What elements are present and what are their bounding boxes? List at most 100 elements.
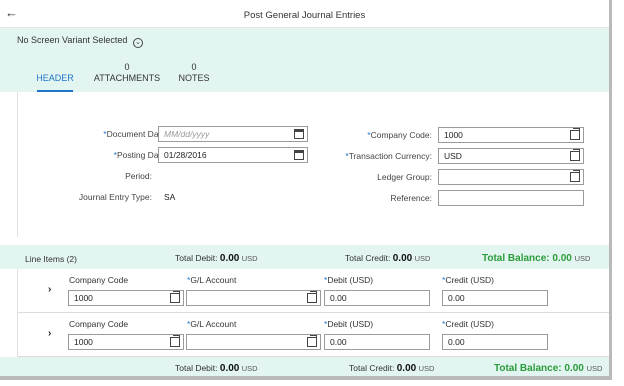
journal-entry-type-label: Journal Entry Type: [78,192,152,202]
debit-cell-value: 0.00 [330,293,347,303]
tab-header-count [36,62,74,73]
ledger-group-label: Ledger Group: [377,172,432,182]
col-credit-label: *Credit (USD) [442,275,494,285]
company-code-label: *Company Code: [318,130,432,140]
col-credit-text: Credit (USD) [445,275,494,285]
tab-header-label: HEADER [36,73,74,83]
credit-cell-input[interactable]: 0.00 [442,334,548,350]
col-gl-account-text: G/L Account [190,275,237,285]
value-help-icon[interactable] [170,335,180,347]
total-credit-value: 0.00 [392,253,413,264]
total-balance-value: 0.00 [564,363,584,374]
col-debit-text: Debit (USD) [327,319,374,329]
object-header: No Screen Variant Selected ⌄ HEADER 0 AT… [0,28,609,92]
value-help-icon[interactable] [570,149,580,161]
ledger-group-input[interactable] [438,169,584,185]
document-date-input[interactable]: MM/dd/yyyy [158,126,308,142]
col-credit-label: *Credit (USD) [442,319,494,329]
currency-label: USD [414,254,431,263]
total-debit-value: 0.00 [219,363,240,374]
line-items-toolbar: Line Items (2) Total Debit: 0.00 USD Tot… [0,245,609,269]
col-debit-text: Debit (USD) [327,275,374,285]
debit-cell-input[interactable]: 0.00 [324,334,430,350]
col-company-code-label: Company Code [69,319,129,329]
debit-cell-value: 0.00 [330,337,347,347]
company-code-label-text: Company Code: [370,130,432,140]
currency-label: USD [418,364,435,373]
chevron-right-icon[interactable]: › [48,328,51,339]
debit-cell-input[interactable]: 0.00 [324,290,430,306]
col-debit-label: *Debit (USD) [324,275,373,285]
posting-date-value: 01/28/2016 [164,150,207,160]
tab-notes[interactable]: 0 NOTES [176,62,212,83]
credit-cell-input[interactable]: 0.00 [442,290,548,306]
credit-cell-value: 0.00 [448,293,465,303]
tab-attachments-count: 0 [124,62,130,72]
title-bar: ← Post General Journal Entries [0,0,609,28]
col-debit-label: *Debit (USD) [324,319,373,329]
total-debit-label: Total Debit: [175,363,218,373]
total-debit-label: Total Debit: [175,253,218,263]
calendar-icon[interactable] [294,129,304,139]
value-help-icon[interactable] [307,335,317,347]
value-help-icon[interactable] [170,291,180,303]
page-title: Post General Journal Entries [243,10,366,21]
col-gl-account-label: *G/L Account [187,275,236,285]
col-company-code-label: Company Code [69,275,129,285]
chevron-down-icon[interactable]: ⌄ [132,38,143,48]
variant-selector[interactable]: No Screen Variant Selected ⌄ [17,35,143,48]
company-code-value: 1000 [444,130,463,140]
posting-date-input[interactable]: 01/28/2016 [158,147,308,163]
reference-label: Reference: [390,193,432,203]
footer-bar: Total Debit: 0.00 USD Total Credit: 0.00… [0,357,609,376]
currency-label: USD [241,364,258,373]
document-date-label: *Document Date: [38,129,168,139]
posting-date-label: *Posting Date: [38,150,168,160]
line-items-total-debit: Total Debit: 0.00 USD [175,253,258,264]
total-credit-value: 0.00 [396,363,417,374]
total-debit-value: 0.00 [219,253,240,264]
header-form: *Document Date: MM/dd/yyyy *Posting Date… [17,92,609,237]
chevron-right-icon[interactable]: › [48,284,51,295]
tab-notes-count: 0 [191,62,197,72]
company-code-cell-value: 1000 [74,293,93,303]
col-gl-account-label: *G/L Account [187,319,236,329]
calendar-icon[interactable] [294,150,304,160]
currency-label: USD [241,254,258,263]
journal-entry-type-value: SA [164,192,176,202]
tab-header[interactable]: HEADER [36,62,74,83]
reference-input[interactable] [438,190,584,206]
currency-label: USD [586,364,603,373]
total-balance-label: Total Balance: [494,363,562,374]
footer-total-debit: Total Debit: 0.00 USD [175,363,258,374]
company-code-input[interactable]: 1000 [438,127,584,143]
value-help-icon[interactable] [570,170,580,182]
app-window: ← Post General Journal Entries No Screen… [0,0,612,380]
line-items-total-credit: Total Credit: 0.00 USD [345,253,430,264]
line-items-total-balance: Total Balance: 0.00 USD [482,253,590,264]
value-help-icon[interactable] [570,128,580,140]
currency-label: USD [574,254,591,263]
footer-total-balance: Total Balance: 0.00 USD [494,363,602,374]
table-row[interactable]: › Company Code *G/L Account *Debit (USD)… [17,313,609,357]
col-credit-text: Credit (USD) [445,319,494,329]
table-row[interactable]: › Company Code *G/L Account *Debit (USD)… [17,269,609,313]
transaction-currency-label-text: Transaction Currency: [348,151,432,161]
period-label: Period: [125,171,152,181]
transaction-currency-label: *Transaction Currency: [318,151,432,161]
total-credit-label: Total Credit: [349,363,395,373]
credit-cell-value: 0.00 [448,337,465,347]
tab-attachments-label: ATTACHMENTS [93,73,161,83]
company-code-cell-input[interactable]: 1000 [68,290,184,306]
value-help-icon[interactable] [307,291,317,303]
tab-attachments[interactable]: 0 ATTACHMENTS [92,62,162,83]
gl-account-cell-input[interactable] [186,290,321,306]
line-items-title: Line Items (2) [25,254,77,264]
gl-account-cell-input[interactable] [186,334,321,350]
total-balance-value: 0.00 [552,253,572,264]
col-gl-account-text: G/L Account [190,319,237,329]
transaction-currency-input[interactable]: USD [438,148,584,164]
transaction-currency-value: USD [444,151,462,161]
company-code-cell-input[interactable]: 1000 [68,334,184,350]
total-balance-label: Total Balance: [482,253,550,264]
